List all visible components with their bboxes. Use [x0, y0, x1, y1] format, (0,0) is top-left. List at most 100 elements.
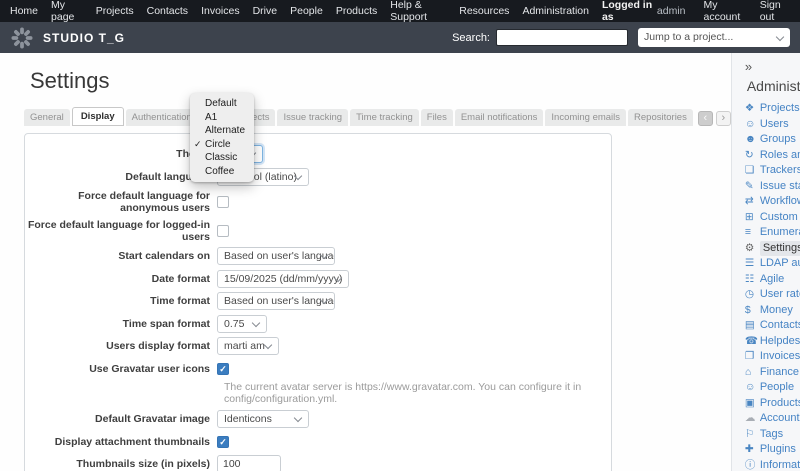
sidebar-item-plugins[interactable]: ✚Plugins [745, 442, 796, 458]
sidebar-item-groups[interactable]: ☻Groups [745, 132, 796, 148]
tab-general[interactable]: General [24, 109, 70, 126]
date-format-select[interactable]: 15/09/2025 (dd/mm/yyyy) [217, 270, 349, 288]
helpdesk-icon: ☎ [745, 334, 760, 350]
groups-icon: ☻ [745, 132, 760, 148]
custom-fields-icon: ⊞ [745, 210, 760, 226]
use-gravatar-checkbox[interactable]: ✓ [217, 363, 229, 375]
sidebar-item-workflow[interactable]: ⇄Workflow [745, 194, 796, 210]
menu-products[interactable]: Products [336, 5, 377, 17]
theme-option-circle[interactable]: ✓Circle [190, 138, 254, 152]
sidebar-item-products[interactable]: ▣Products [745, 396, 796, 412]
date-format-label: Date format [25, 273, 217, 285]
sidebar-item-people[interactable]: ☺People [745, 380, 796, 396]
tab-email-notifications[interactable]: Email notifications [455, 109, 544, 126]
menu-home[interactable]: Home [10, 5, 38, 17]
search-input[interactable] [496, 29, 628, 46]
information-icon: ⓘ [745, 458, 760, 471]
sidebar-item-tags[interactable]: ⚐Tags [745, 427, 796, 443]
force-logged-in-checkbox[interactable] [217, 225, 229, 237]
theme-option-classic[interactable]: Classic [190, 151, 254, 165]
sidebar-item-roles-permissions[interactable]: ↻Roles and permissions [745, 148, 796, 164]
tab-display[interactable]: Display [72, 107, 124, 126]
default-gravatar-image-row: Default Gravatar image Identicons [25, 410, 611, 428]
admin-sidebar: » Administration ❖Projects ☺Users ☻Group… [731, 53, 800, 471]
sidebar-item-projects[interactable]: ❖Projects [745, 101, 796, 117]
plugins-icon: ✚ [745, 442, 760, 458]
theme-option-alternate[interactable]: Alternate [190, 124, 254, 138]
menu-administration[interactable]: Administration [522, 5, 589, 17]
default-gravatar-image-select[interactable]: Identicons [217, 410, 309, 428]
sidebar-item-helpdesk[interactable]: ☎Helpdesk [745, 334, 796, 350]
thumbnails-size-input[interactable] [217, 455, 281, 471]
sidebar-item-invoices[interactable]: ❐Invoices [745, 349, 796, 365]
jump-to-project-select[interactable]: Jump to a project... [638, 28, 790, 47]
check-icon: ✓ [194, 138, 202, 152]
tabs-scroll-right-button[interactable]: › [716, 111, 731, 126]
users-display-format-select[interactable]: marti am [217, 337, 279, 355]
sidebar-item-users[interactable]: ☺Users [745, 117, 796, 133]
start-calendars-select[interactable]: Based on user's language [217, 247, 335, 265]
menu-invoices[interactable]: Invoices [201, 5, 240, 17]
my-account-link[interactable]: My account [704, 0, 746, 23]
tabs-scroll-left-button[interactable]: ‹ [698, 111, 713, 126]
sidebar-item-custom-fields[interactable]: ⊞Custom fields [745, 210, 796, 226]
sidebar-item-account[interactable]: ☁Account [745, 411, 796, 427]
menu-my-page[interactable]: My page [51, 0, 83, 23]
account-icon: ☁ [745, 411, 760, 427]
enumerations-icon: ≡ [745, 225, 760, 241]
tab-authentication[interactable]: Authentication [126, 109, 198, 126]
sidebar-item-settings[interactable]: ⚙Settings [745, 241, 796, 257]
tab-time-tracking[interactable]: Time tracking [350, 109, 419, 126]
force-logged-in-row: Force default language for logged-in use… [25, 219, 611, 243]
time-format-label: Time format [25, 295, 217, 307]
logged-in-username[interactable]: admin [657, 5, 686, 17]
default-language-row: Default language Español (latino) [25, 168, 611, 186]
menu-help-support[interactable]: Help & Support [390, 0, 446, 23]
studio-logo-icon [10, 26, 34, 50]
sidebar-item-ldap-authentication[interactable]: ☰LDAP authentication [745, 256, 796, 272]
tab-issue-tracking[interactable]: Issue tracking [277, 109, 348, 126]
main-content: Settings General Display Authentication … [0, 53, 731, 471]
theme-option-default[interactable]: Default [190, 97, 254, 111]
theme-option-a1[interactable]: A1 [190, 111, 254, 125]
start-calendars-row: Start calendars on Based on user's langu… [25, 247, 611, 265]
tab-repositories[interactable]: Repositories [628, 109, 693, 126]
attachment-thumbnails-checkbox[interactable]: ✓ [217, 436, 229, 448]
menu-drive[interactable]: Drive [253, 5, 278, 17]
attachment-thumbnails-row: Display attachment thumbnails ✓ [25, 433, 611, 451]
agile-icon: ☷ [745, 272, 760, 288]
sidebar-item-contacts[interactable]: ▤Contacts [745, 318, 796, 334]
menu-people[interactable]: People [290, 5, 323, 17]
menu-resources[interactable]: Resources [459, 5, 509, 17]
time-span-format-select[interactable]: 0.75 [217, 315, 267, 333]
menu-projects[interactable]: Projects [96, 5, 134, 17]
ldap-icon: ☰ [745, 256, 760, 272]
gravatar-note: The current avatar server is https://www… [224, 381, 611, 405]
menu-contacts[interactable]: Contacts [147, 5, 188, 17]
sidebar-item-issue-statuses[interactable]: ✎Issue statuses [745, 179, 796, 195]
roles-permissions-icon: ↻ [745, 148, 760, 164]
start-calendars-label: Start calendars on [25, 250, 217, 262]
sidebar-item-user-rates[interactable]: ◷User rates [745, 287, 796, 303]
sidebar-title: Administration [747, 78, 796, 94]
time-format-select[interactable]: Based on user's language [217, 292, 335, 310]
sidebar-collapse-icon[interactable]: » [745, 59, 752, 74]
sidebar-item-finance[interactable]: ⌂Finance [745, 365, 796, 381]
sidebar-item-enumerations[interactable]: ≡Enumerations [745, 225, 796, 241]
user-rates-icon: ◷ [745, 287, 760, 303]
settings-tabs: General Display Authentication API Proje… [24, 107, 731, 126]
sidebar-item-trackers[interactable]: ❏Trackers [745, 163, 796, 179]
use-gravatar-label: Use Gravatar user icons [25, 363, 217, 375]
thumbnails-size-row: Thumbnails size (in pixels) [25, 455, 611, 471]
contacts-icon: ▤ [745, 318, 760, 334]
tab-incoming-emails[interactable]: Incoming emails [545, 109, 626, 126]
sidebar-item-agile[interactable]: ☷Agile [745, 272, 796, 288]
projects-icon: ❖ [745, 101, 760, 117]
display-settings-panel: Theme Circle Default language Español (l… [24, 133, 612, 471]
force-anonymous-checkbox[interactable] [217, 196, 229, 208]
sidebar-item-information[interactable]: ⓘInformation [745, 458, 796, 471]
tab-files[interactable]: Files [421, 109, 453, 126]
theme-option-coffee[interactable]: Coffee [190, 165, 254, 179]
sign-out-link[interactable]: Sign out [760, 0, 790, 23]
sidebar-item-money[interactable]: $Money [745, 303, 796, 319]
